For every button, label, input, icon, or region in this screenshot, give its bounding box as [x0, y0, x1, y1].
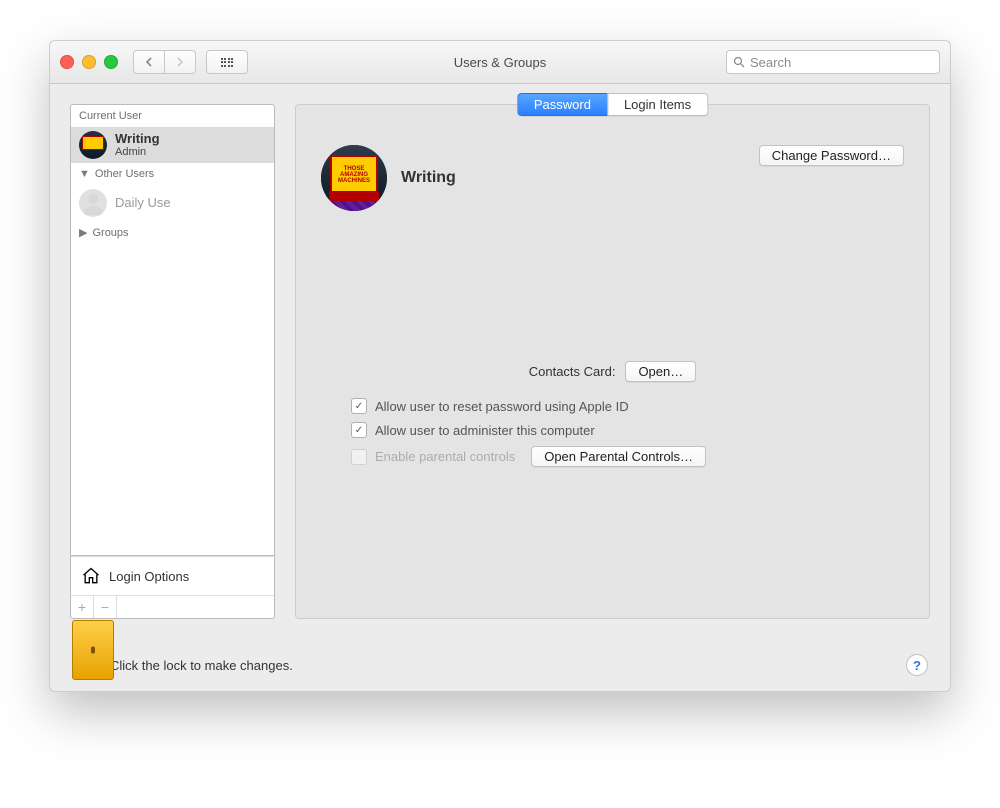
current-user-role: Admin: [115, 146, 160, 158]
triangle-right-icon: ▶: [79, 226, 87, 239]
groups-label: Groups: [92, 227, 128, 239]
allow-reset-appleid-row[interactable]: Allow user to reset password using Apple…: [351, 398, 904, 414]
other-user-avatar: [79, 189, 107, 217]
prefs-window: Users & Groups Search Current User Writi…: [49, 40, 951, 692]
allow-reset-appleid-label: Allow user to reset password using Apple…: [375, 399, 629, 414]
search-icon: [733, 56, 745, 68]
avatar-caption: THOSE AMAZING MACHINES: [330, 155, 378, 195]
current-user-row[interactable]: Writing Admin: [71, 127, 274, 163]
window-controls: [60, 55, 118, 69]
profile-row: THOSE AMAZING MACHINES Writing Change Pa…: [321, 145, 904, 211]
parental-controls-row: Enable parental controls Open Parental C…: [351, 446, 904, 467]
titlebar: Users & Groups Search: [50, 41, 950, 84]
lock-hint-text: Click the lock to make changes.: [110, 658, 293, 673]
search-field[interactable]: Search: [726, 50, 940, 74]
other-users-disclosure[interactable]: ▼ Other Users: [71, 163, 274, 185]
allow-administer-row[interactable]: Allow user to administer this computer: [351, 422, 904, 438]
open-contacts-button[interactable]: Open…: [625, 361, 696, 382]
back-button[interactable]: [133, 50, 164, 74]
add-user-button[interactable]: +: [71, 596, 94, 618]
sidebar: Current User Writing Admin ▼ Other Users: [70, 104, 275, 619]
checkbox-checked-icon: [351, 422, 367, 438]
lock-button[interactable]: [72, 650, 98, 680]
login-options-label: Login Options: [109, 569, 189, 584]
login-options-row[interactable]: Login Options: [70, 556, 275, 595]
chevron-right-icon: [176, 57, 184, 67]
other-users-label: Other Users: [95, 168, 154, 180]
current-user-name: Writing: [115, 132, 160, 146]
open-parental-controls-button[interactable]: Open Parental Controls…: [531, 446, 706, 467]
other-user-name: Daily Use: [115, 196, 171, 210]
close-window-button[interactable]: [60, 55, 74, 69]
user-list: Current User Writing Admin ▼ Other Users: [70, 104, 275, 556]
zoom-window-button[interactable]: [104, 55, 118, 69]
parental-controls-label: Enable parental controls: [375, 449, 515, 464]
other-user-row[interactable]: Daily Use: [71, 185, 274, 221]
profile-avatar[interactable]: THOSE AMAZING MACHINES: [321, 145, 387, 211]
add-remove-bar: + −: [70, 595, 275, 619]
show-all-button[interactable]: [206, 50, 248, 74]
change-password-button[interactable]: Change Password…: [759, 145, 904, 166]
footer: Click the lock to make changes. ?: [50, 639, 950, 691]
panel-tabs: Password Login Items: [517, 93, 708, 116]
contacts-card-row: Contacts Card: Open…: [321, 361, 904, 382]
help-button[interactable]: ?: [906, 654, 928, 676]
search-placeholder: Search: [750, 55, 791, 70]
house-icon: [81, 566, 101, 586]
tab-login-items[interactable]: Login Items: [607, 93, 708, 116]
triangle-down-icon: ▼: [79, 168, 90, 180]
checkbox-checked-icon: [351, 398, 367, 414]
nav-back-forward: [133, 50, 196, 74]
contacts-card-label: Contacts Card:: [529, 364, 616, 379]
groups-disclosure[interactable]: ▶ Groups: [71, 221, 274, 244]
forward-button[interactable]: [164, 50, 196, 74]
chevron-left-icon: [145, 57, 153, 67]
content-area: Current User Writing Admin ▼ Other Users: [50, 84, 950, 639]
tab-password[interactable]: Password: [517, 93, 607, 116]
minimize-window-button[interactable]: [82, 55, 96, 69]
current-user-header: Current User: [71, 105, 274, 127]
profile-name: Writing: [401, 169, 456, 187]
grid-icon: [221, 58, 234, 67]
checkbox-unchecked-icon: [351, 449, 367, 465]
allow-administer-label: Allow user to administer this computer: [375, 423, 595, 438]
remove-user-button[interactable]: −: [94, 596, 117, 618]
current-user-avatar: [79, 131, 107, 159]
detail-panel: Password Login Items THOSE AMAZING MACHI…: [295, 104, 930, 619]
user-silhouette-icon: [81, 191, 105, 215]
